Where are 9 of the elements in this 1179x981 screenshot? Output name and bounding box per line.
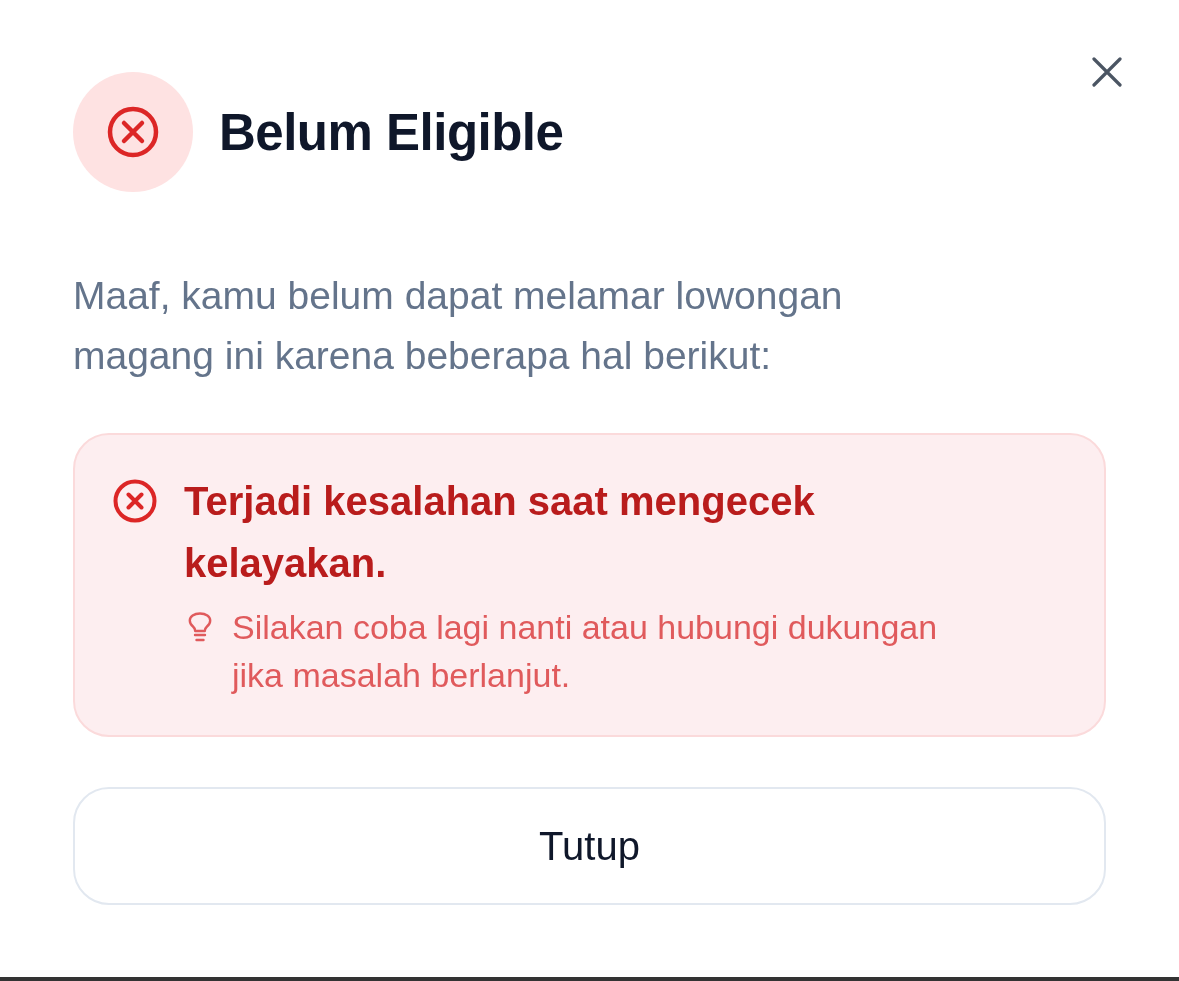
close-icon [1092,57,1122,87]
close-dialog-button[interactable]: Tutup [73,787,1106,905]
error-icon [73,72,193,192]
dialog-message: Maaf, kamu belum dapat melamar lowongan magang ini karena beberapa hal berikut: [73,273,844,379]
lightbulb-icon [188,612,212,642]
dialog-title: Belum Eligible [219,102,565,162]
error-title: Terjadi kesalahan saat mengecek kelayakan. [184,478,816,587]
hint-text: Silakan coba lagi nanti atau hubungi dukungan jika masalah berlanjut. [232,607,939,696]
error-icon [113,479,157,523]
